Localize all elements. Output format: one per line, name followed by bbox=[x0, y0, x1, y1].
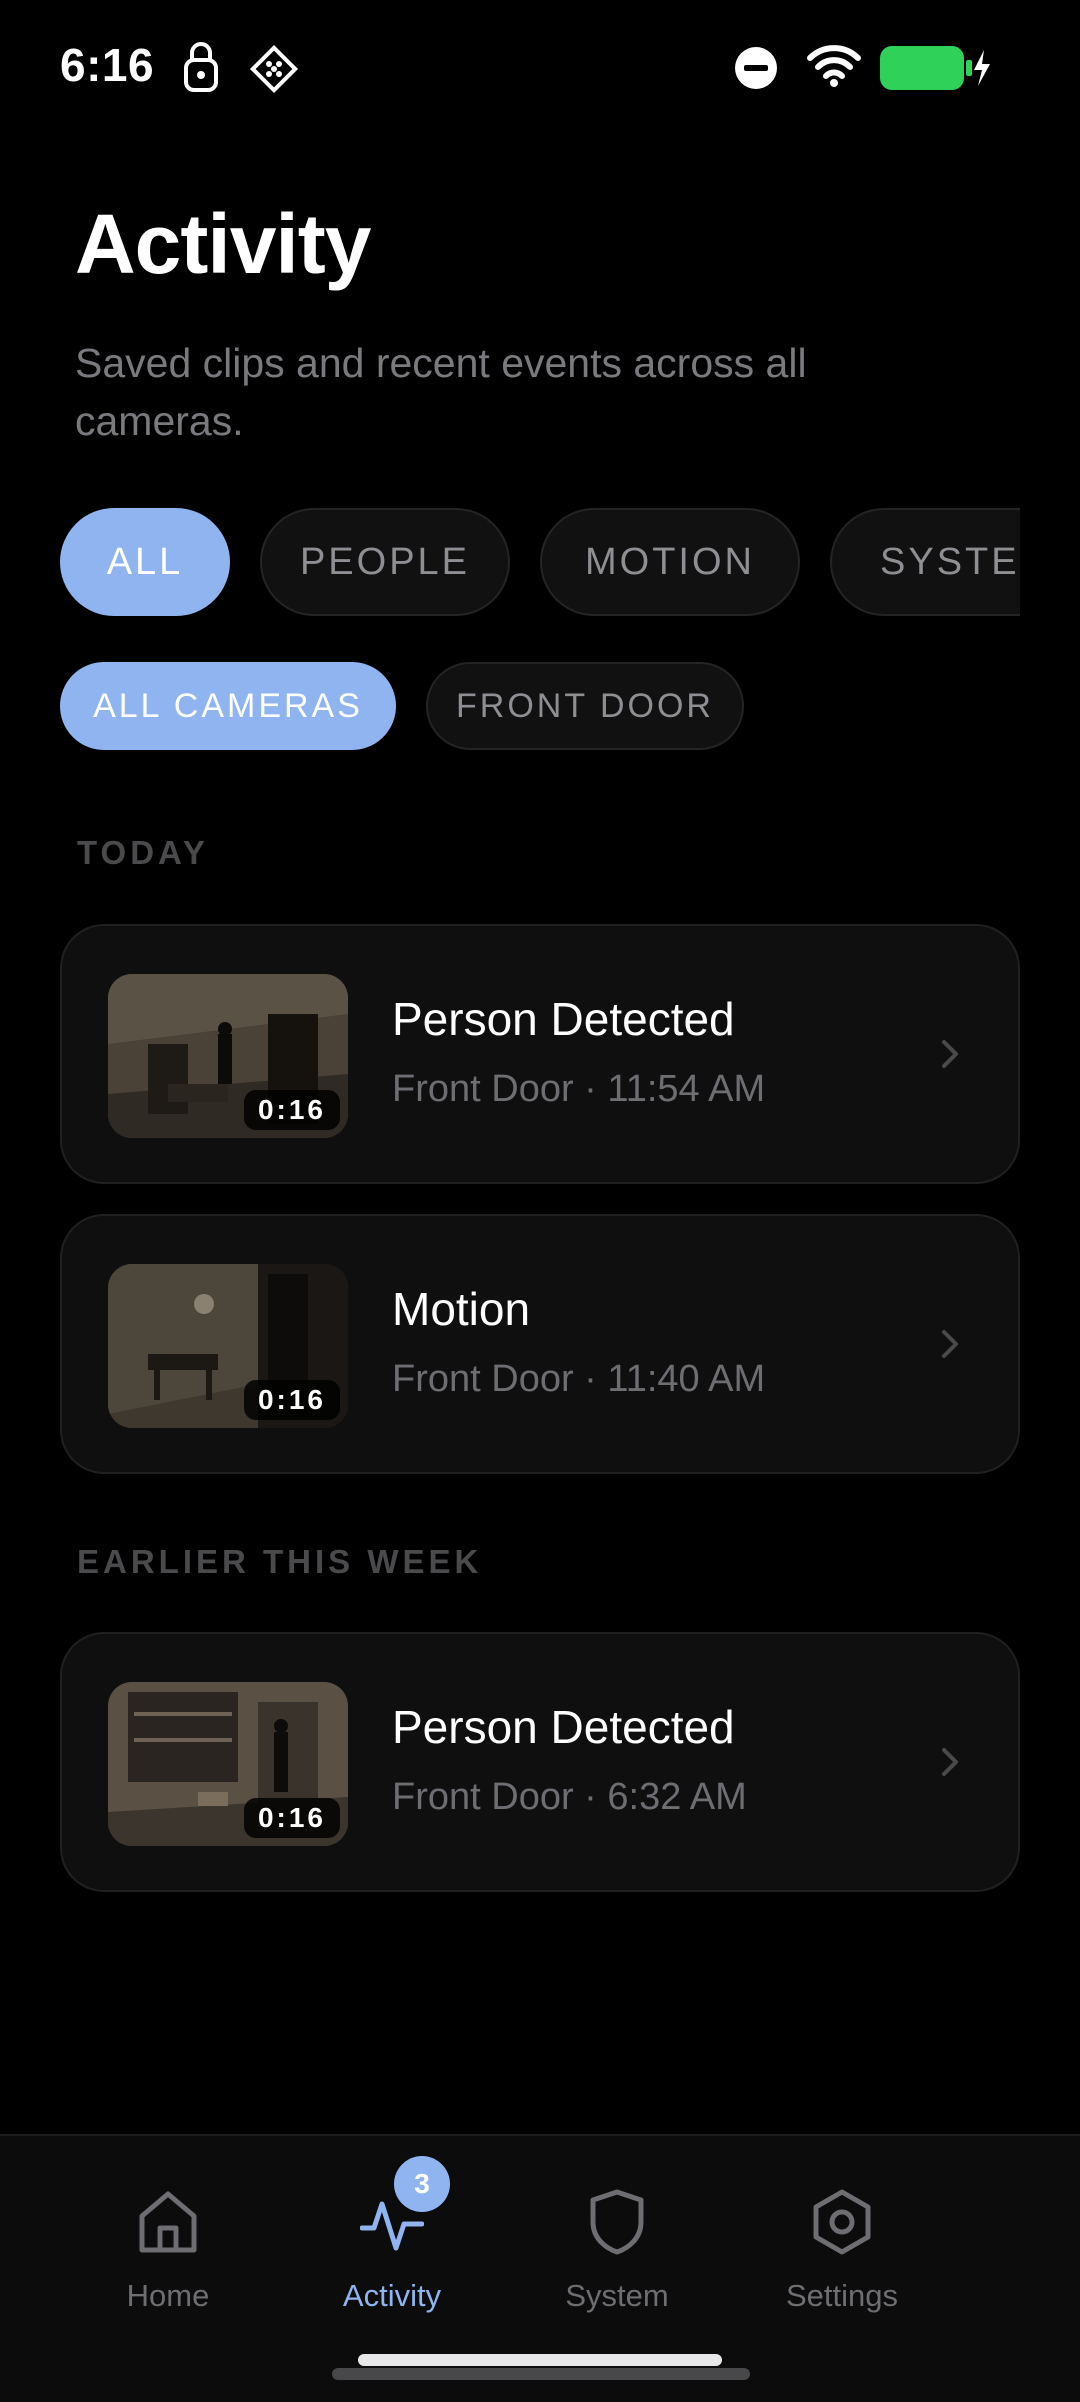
nav-label-activity: Activity bbox=[342, 2278, 442, 2313]
clip-duration: 0:16 bbox=[243, 1380, 340, 1420]
event-card[interactable]: 0:16 Motion Front Door · 11:40 AM bbox=[60, 1214, 1020, 1474]
home-indicator[interactable] bbox=[358, 2354, 722, 2366]
event-meta: Front Door · 11:54 AM bbox=[392, 1068, 766, 1110]
section-header-today: TODAY bbox=[77, 834, 209, 871]
event-card[interactable]: 0:16 Person Detected Front Door · 11:54 … bbox=[60, 924, 1020, 1184]
shield-icon bbox=[517, 2184, 717, 2256]
status-bar: 6:16 bbox=[0, 0, 1080, 130]
chevron-right-icon bbox=[940, 1328, 960, 1365]
nav-item-system[interactable]: System bbox=[517, 2184, 717, 2314]
do-not-disturb-icon bbox=[734, 46, 778, 95]
filter-chip-front-door[interactable]: FRONT DOOR bbox=[426, 662, 744, 750]
filter-chip-system[interactable]: SYSTEM bbox=[830, 508, 1020, 616]
lock-icon bbox=[183, 40, 219, 97]
page-subtitle: Saved clips and recent events across all… bbox=[75, 340, 807, 444]
chevron-right-icon bbox=[940, 1038, 960, 1075]
app-diamond-icon bbox=[249, 44, 299, 99]
filter-chip-all[interactable]: ALL bbox=[60, 508, 230, 616]
clip-thumbnail: 0:16 bbox=[108, 974, 348, 1138]
chevron-right-icon bbox=[940, 1746, 960, 1783]
battery-charging-icon bbox=[880, 46, 992, 95]
event-meta: Front Door · 11:40 AM bbox=[392, 1358, 766, 1400]
nav-label-system: System bbox=[565, 2278, 669, 2313]
filter-chip-all-cameras[interactable]: ALL CAMERAS bbox=[60, 662, 396, 750]
nav-item-activity[interactable]: 3 Activity bbox=[292, 2156, 492, 2314]
event-card[interactable]: 0:16 Person Detected Front Door · 6:32 A… bbox=[60, 1632, 1020, 1892]
nav-item-settings[interactable]: Settings bbox=[742, 2184, 942, 2314]
activity-icon: 3 bbox=[292, 2156, 492, 2256]
status-time: 6:16 bbox=[60, 39, 155, 91]
filter-chip-people[interactable]: PEOPLE bbox=[260, 508, 510, 616]
wifi-icon bbox=[806, 44, 862, 93]
clip-duration: 0:16 bbox=[243, 1090, 340, 1130]
clip-thumbnail: 0:16 bbox=[108, 1682, 348, 1846]
event-type-filter-row: ALL PEOPLE MOTION SYSTEM bbox=[60, 508, 1020, 616]
camera-filter-row: ALL CAMERAS FRONT DOOR bbox=[60, 662, 1020, 750]
notification-badge: 3 bbox=[394, 2156, 450, 2212]
event-title: Person Detected bbox=[392, 993, 735, 1045]
gear-icon bbox=[742, 2184, 942, 2256]
nav-item-home[interactable]: Home bbox=[68, 2184, 268, 2314]
nav-label-settings: Settings bbox=[785, 2278, 898, 2313]
home-indicator-track bbox=[332, 2368, 750, 2380]
filter-chip-motion[interactable]: MOTION bbox=[540, 508, 800, 616]
nav-label-home: Home bbox=[126, 2278, 210, 2313]
event-meta: Front Door · 6:32 AM bbox=[392, 1776, 747, 1818]
home-icon bbox=[68, 2184, 268, 2256]
clip-duration: 0:16 bbox=[243, 1798, 340, 1838]
event-title: Person Detected bbox=[392, 1701, 735, 1753]
clip-thumbnail: 0:16 bbox=[108, 1264, 348, 1428]
event-title: Motion bbox=[392, 1283, 531, 1335]
section-header-earlier-this-week: EARLIER THIS WEEK bbox=[77, 1543, 483, 1580]
page-title: Activity bbox=[75, 197, 371, 291]
